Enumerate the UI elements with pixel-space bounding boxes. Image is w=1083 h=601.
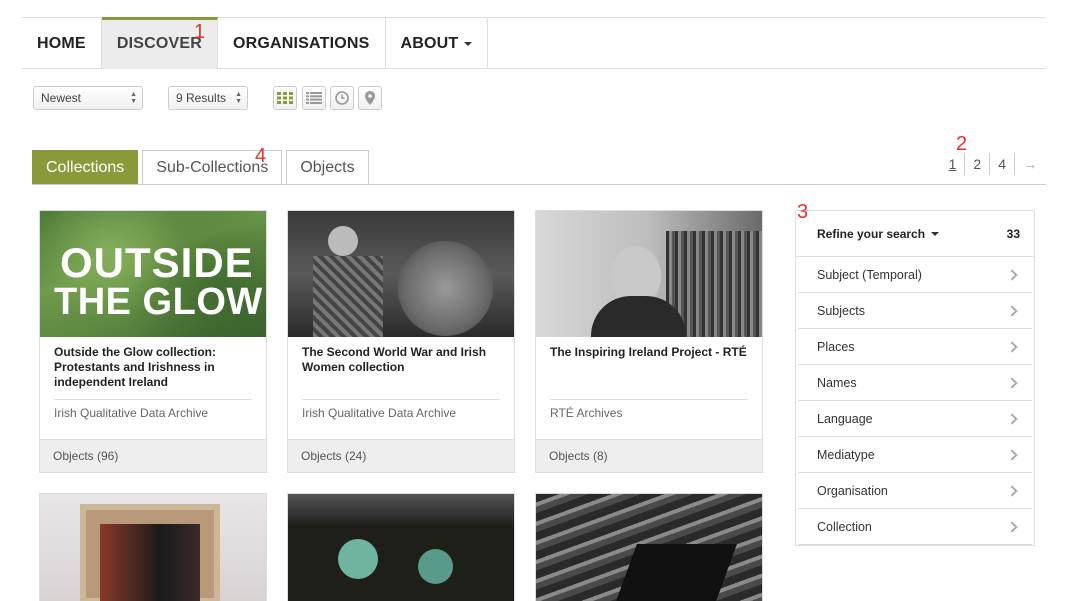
card-object-count[interactable]: Objects (24) xyxy=(288,439,514,472)
tab-objects[interactable]: Objects xyxy=(286,150,369,185)
annotation-3: 3 xyxy=(797,201,809,223)
refine-item-names[interactable]: Names xyxy=(798,365,1032,401)
collection-card[interactable] xyxy=(39,493,267,601)
caret-down-icon xyxy=(931,232,940,237)
refine-item-label: Places xyxy=(817,339,855,354)
refine-item-label: Language xyxy=(817,411,873,426)
main-nav: HOME DISCOVER ORGANISATIONS ABOUT xyxy=(22,17,1046,69)
tabs-divider xyxy=(32,184,1046,185)
refine-item-label: Subject (Temporal) xyxy=(817,267,922,282)
list-view-button[interactable] xyxy=(302,86,326,110)
collection-tabs: Collections Sub-Collections Objects xyxy=(32,150,373,185)
grid-view-icon xyxy=(277,92,293,104)
refine-panel: Refine your search 33 Subject (Temporal)… xyxy=(795,210,1035,546)
refine-item-label: Collection xyxy=(817,519,872,534)
grid-view-button[interactable] xyxy=(273,86,297,110)
card-image: OUTSIDE THE GLOW xyxy=(40,211,266,337)
refine-item-subject-temporal[interactable]: Subject (Temporal) xyxy=(798,257,1032,293)
refine-header[interactable]: Refine your search 33 xyxy=(796,211,1034,257)
refine-item-places[interactable]: Places xyxy=(798,329,1032,365)
refine-item-organisation[interactable]: Organisation xyxy=(798,473,1032,509)
refine-item-mediatype[interactable]: Mediatype xyxy=(798,437,1032,473)
chevron-right-icon xyxy=(1006,520,1018,533)
updown-icon: ▲ ▼ xyxy=(235,91,242,105)
tab-collections[interactable]: Collections xyxy=(32,150,139,185)
refine-title-text: Refine your search xyxy=(817,226,926,241)
nav-about[interactable]: ABOUT xyxy=(386,18,489,69)
chevron-right-icon xyxy=(1006,484,1018,497)
refine-item-label: Organisation xyxy=(817,483,888,498)
next-arrow-icon[interactable]: → xyxy=(1015,153,1045,175)
refine-title: Refine your search xyxy=(817,226,940,241)
card-organisation: RTÉ Archives xyxy=(550,406,623,420)
nav-home[interactable]: HOME xyxy=(22,18,102,69)
card-title[interactable]: Outside the Glow collection: Protestants… xyxy=(54,345,254,390)
card-title[interactable]: The Second World War and Irish Women col… xyxy=(302,345,502,375)
card-divider xyxy=(550,399,748,400)
clock-icon xyxy=(335,91,349,105)
collection-card[interactable]: The Second World War and Irish Women col… xyxy=(287,210,515,473)
list-view-icon xyxy=(306,92,322,104)
collection-card[interactable]: The Inspiring Ireland Project - RTÉ RTÉ … xyxy=(535,210,763,473)
annotation-4: 4 xyxy=(255,145,267,167)
card-object-count[interactable]: Objects (8) xyxy=(536,439,762,472)
annotation-1: 1 xyxy=(194,21,206,43)
refine-item-label: Mediatype xyxy=(817,447,875,462)
refine-item-subjects[interactable]: Subjects xyxy=(798,293,1032,329)
card-divider xyxy=(302,399,500,400)
chevron-right-icon xyxy=(1006,376,1018,389)
card-title[interactable]: The Inspiring Ireland Project - RTÉ xyxy=(550,345,750,360)
card-divider xyxy=(54,399,252,400)
card-organisation: Irish Qualitative Data Archive xyxy=(54,406,209,420)
results-select[interactable]: 9 Results ▲ ▼ xyxy=(168,86,248,110)
page-4[interactable]: 4 xyxy=(990,153,1015,175)
card-image xyxy=(288,211,514,337)
page-1[interactable]: 1 xyxy=(941,153,966,175)
nav-discover-label: DISCOVER xyxy=(116,35,202,52)
card-object-count[interactable]: Objects (96) xyxy=(40,439,266,472)
refine-item-label: Subjects xyxy=(817,303,865,318)
chevron-right-icon xyxy=(1006,304,1018,317)
map-view-button[interactable] xyxy=(358,86,382,110)
page-2[interactable]: 2 xyxy=(965,153,991,175)
chevron-right-icon xyxy=(1006,268,1018,281)
nav-organisations[interactable]: ORGANISATIONS xyxy=(218,18,386,69)
map-pin-icon xyxy=(365,91,375,105)
chevron-right-icon xyxy=(1006,412,1018,425)
refine-item-language[interactable]: Language xyxy=(798,401,1032,437)
annotation-2: 2 xyxy=(956,133,968,155)
updown-icon: ▲ ▼ xyxy=(130,91,137,105)
results-select-value: 9 Results xyxy=(176,91,227,105)
card-image xyxy=(536,211,762,337)
sort-select-value: Newest xyxy=(41,91,82,105)
refine-count: 33 xyxy=(1006,226,1020,241)
sort-select[interactable]: Newest ▲ ▼ xyxy=(33,86,143,110)
caret-down-icon xyxy=(464,41,473,46)
card-organisation: Irish Qualitative Data Archive xyxy=(302,406,457,420)
collection-card[interactable] xyxy=(535,493,763,601)
image-text-line-2: THE GLOW xyxy=(54,281,263,323)
timeline-view-button[interactable] xyxy=(330,86,354,110)
nav-about-label: ABOUT xyxy=(400,35,459,52)
chevron-right-icon xyxy=(1006,340,1018,353)
refine-item-collection[interactable]: Collection xyxy=(798,509,1032,545)
collection-card[interactable]: OUTSIDE THE GLOW Outside the Glow collec… xyxy=(39,210,267,473)
refine-item-label: Names xyxy=(817,375,857,390)
chevron-right-icon xyxy=(1006,448,1018,461)
collection-card[interactable] xyxy=(287,493,515,601)
image-text-line-1: OUTSIDE xyxy=(60,239,254,286)
